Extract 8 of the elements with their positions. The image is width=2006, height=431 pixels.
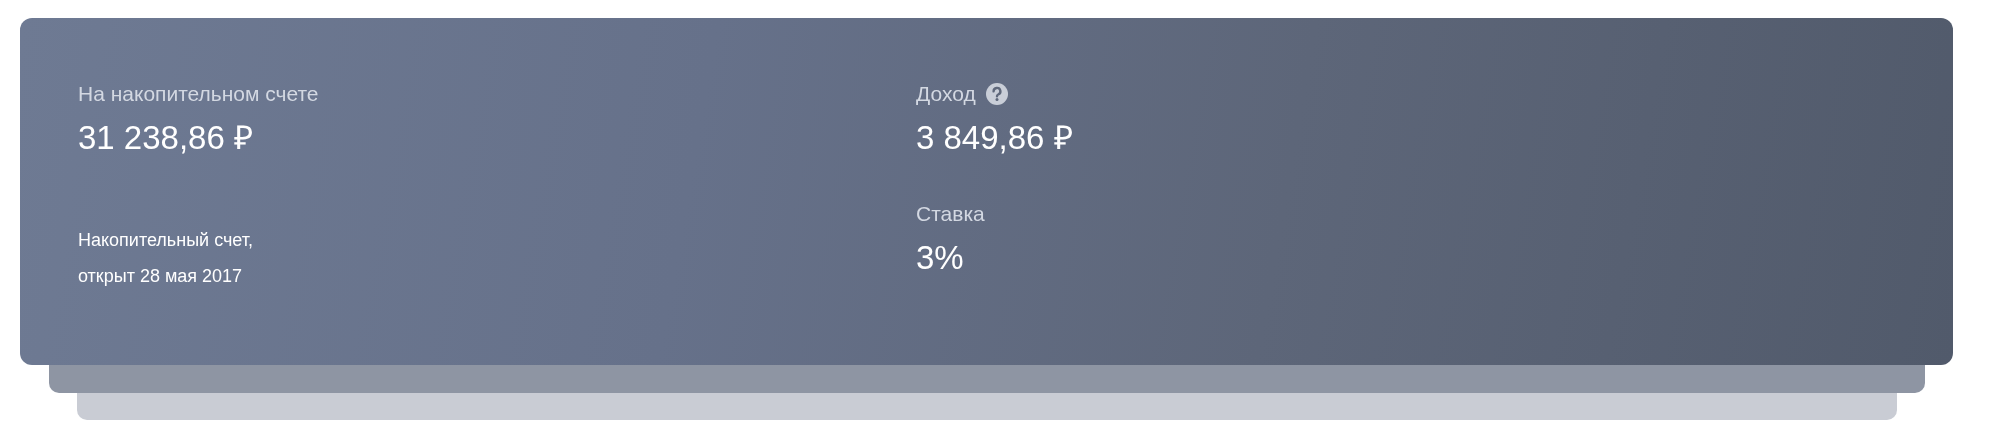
balance-label: На накопительном счете — [78, 81, 320, 107]
rate-label: Ставка — [916, 201, 986, 227]
help-icon[interactable] — [985, 83, 1008, 105]
income-value: 3 849,86 ₽ — [916, 118, 1074, 158]
account-description: Накопительный счет, открыт 28 мая 2017 — [78, 229, 254, 288]
income-label: Доход — [916, 81, 976, 107]
balance-value: 31 238,86 ₽ — [78, 118, 254, 158]
rate-value: 3% — [916, 238, 965, 278]
